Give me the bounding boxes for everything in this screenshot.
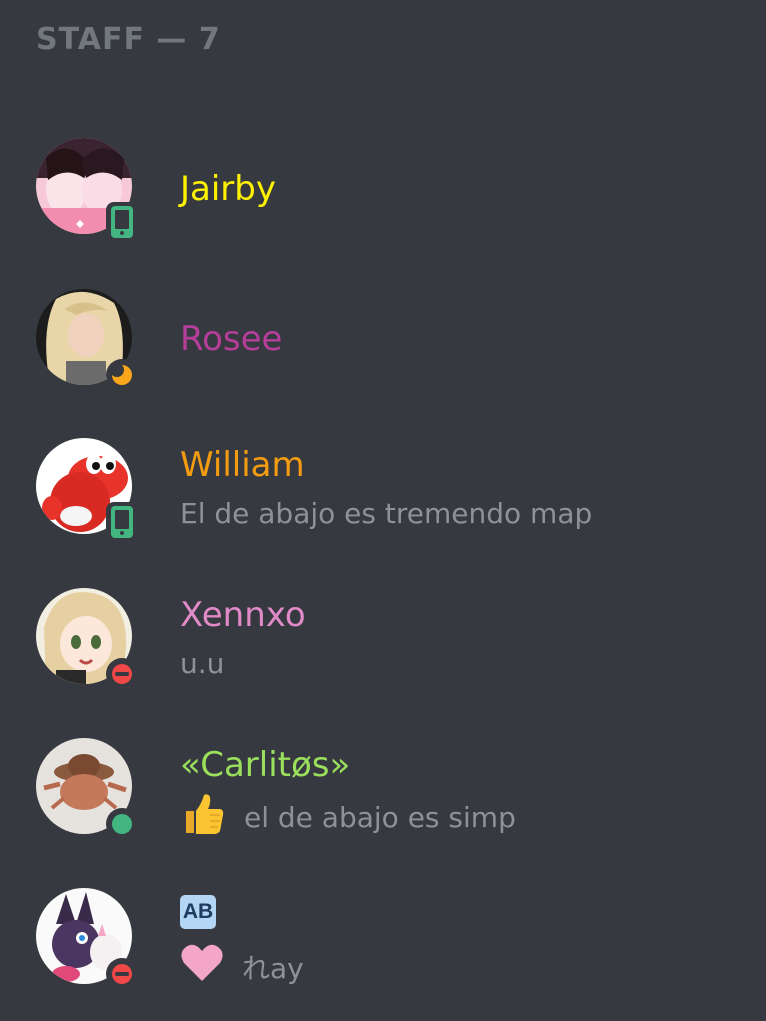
member-item-rosee[interactable]: Rosee <box>0 285 766 395</box>
member-activity: El de abajo es tremendo map <box>180 497 592 530</box>
status-mobile-indicator <box>106 502 138 542</box>
section-header-staff: STAFF — 7 <box>36 22 221 57</box>
avatar-wrap <box>36 289 138 391</box>
member-name: «Carlitøs» <box>180 745 351 785</box>
pink-heart-icon <box>180 943 224 990</box>
activity-text: u.u <box>180 647 225 680</box>
avatar-wrap <box>36 138 138 242</box>
do-not-disturb-icon <box>112 964 132 984</box>
member-item-william[interactable]: William El de abajo es tremendo map <box>0 435 766 545</box>
mobile-phone-icon <box>111 506 133 538</box>
activity-text: れay <box>242 951 304 985</box>
status-online-indicator <box>106 808 138 840</box>
member-name: Rosee <box>180 319 283 359</box>
member-activity: u.u <box>180 647 224 680</box>
moon-icon <box>110 363 132 385</box>
avatar-wrap <box>36 438 138 542</box>
status-dnd-indicator <box>106 958 138 990</box>
thumbs-up-icon <box>180 791 226 844</box>
status-mobile-indicator <box>106 202 138 242</box>
avatar-wrap <box>36 888 138 990</box>
member-item-xennxo[interactable]: Xennxo u.u <box>0 585 766 695</box>
status-idle-indicator <box>106 359 138 391</box>
avatar-wrap <box>36 738 138 840</box>
member-item-ab[interactable]: AB れay <box>0 885 766 995</box>
member-activity: れay <box>180 943 304 990</box>
member-name: Jairby <box>180 169 276 209</box>
member-name: Xennxo <box>180 595 306 635</box>
ab-name-badge: AB <box>180 895 216 929</box>
activity-text: el de abajo es simp <box>244 801 516 834</box>
member-activity: el de abajo es simp <box>180 791 516 844</box>
avatar-wrap <box>36 588 138 690</box>
do-not-disturb-icon <box>112 664 132 684</box>
member-item-jairby[interactable]: Jairby <box>0 135 766 245</box>
mobile-phone-icon <box>111 206 133 238</box>
status-dnd-indicator <box>106 658 138 690</box>
online-dot-icon <box>112 814 132 834</box>
member-item-carlitos[interactable]: «Carlitøs» el de abajo es simp <box>0 735 766 845</box>
activity-text: El de abajo es tremendo map <box>180 497 593 530</box>
member-name: William <box>180 445 305 485</box>
